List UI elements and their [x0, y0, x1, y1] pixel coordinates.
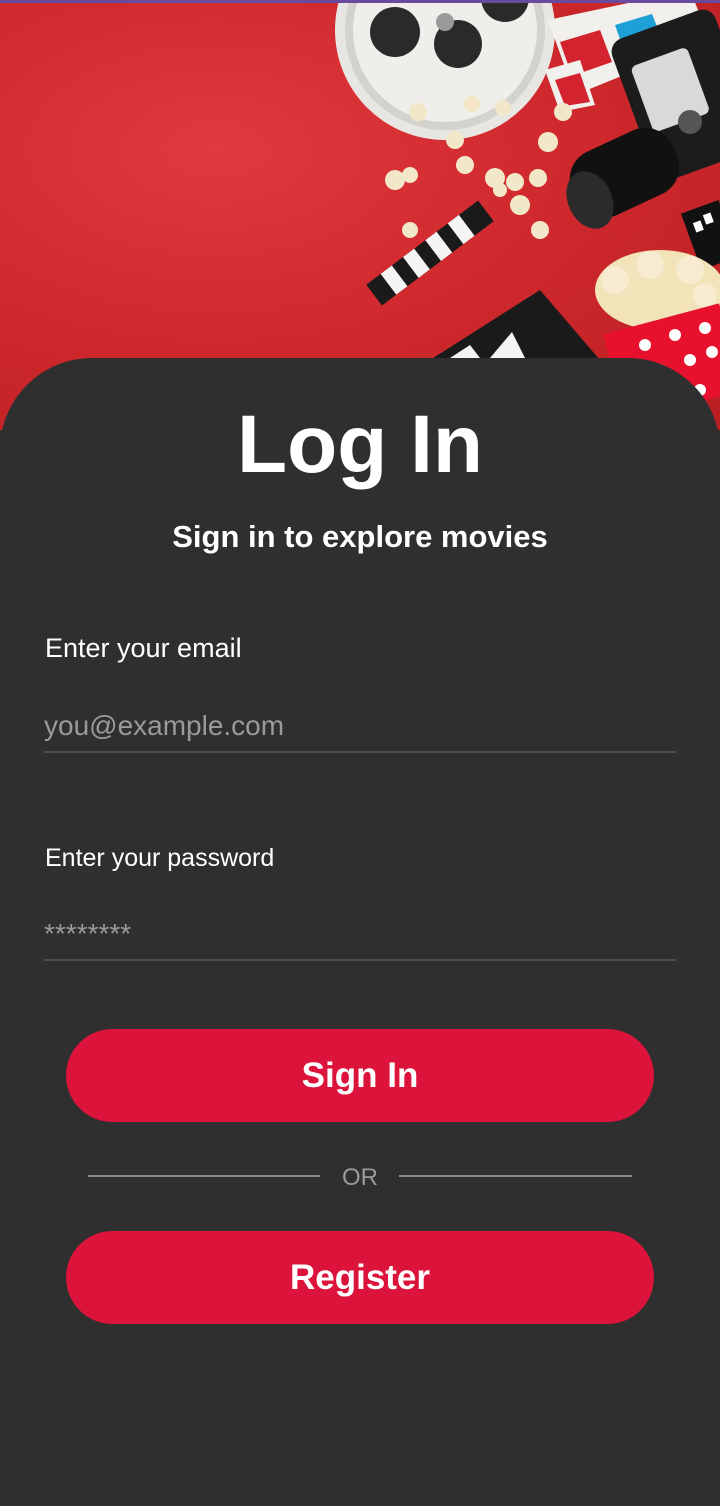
- page-subtitle: Sign in to explore movies: [172, 519, 548, 554]
- divider-left: [88, 1175, 320, 1177]
- or-divider-label: OR: [342, 1164, 378, 1191]
- password-field[interactable]: [44, 909, 676, 961]
- clapperboard-icon: [366, 200, 600, 360]
- sign-in-button[interactable]: Sign In: [66, 1029, 654, 1122]
- status-bar-accent: [0, 0, 720, 3]
- email-label: Enter your email: [45, 633, 242, 663]
- password-label: Enter your password: [45, 844, 275, 872]
- email-field[interactable]: [44, 701, 676, 753]
- film-reel-icon: [335, 0, 555, 140]
- register-button[interactable]: Register: [66, 1231, 654, 1324]
- divider-right: [399, 1175, 632, 1177]
- page-title: Log In: [237, 399, 483, 490]
